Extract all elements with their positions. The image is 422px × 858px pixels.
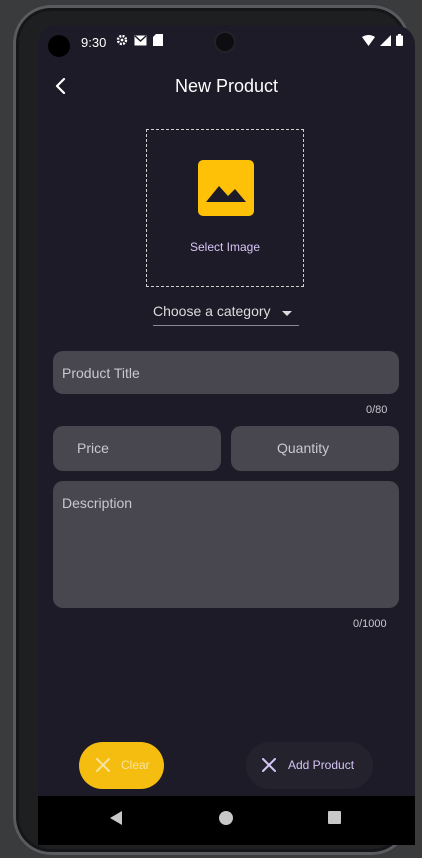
select-image-button[interactable]: Select Image — [146, 129, 304, 287]
nav-back-icon[interactable] — [110, 811, 122, 825]
image-icon — [198, 160, 254, 216]
price-placeholder: Price — [77, 440, 109, 456]
app-screen: 9:30 New Product Select Image Choose a c… — [38, 25, 415, 845]
wifi-icon — [362, 34, 375, 46]
page-title: New Product — [174, 76, 279, 96]
sd-card-icon — [153, 34, 163, 46]
nav-recents-icon[interactable] — [328, 811, 341, 824]
system-nav-bar — [38, 796, 415, 845]
add-product-button[interactable]: Add Product — [246, 742, 373, 789]
dropdown-caret-icon — [282, 311, 292, 316]
close-icon — [96, 758, 110, 772]
add-product-label: Add Product — [288, 758, 355, 772]
signal-icon — [380, 34, 391, 46]
status-time: 9:30 — [81, 35, 107, 50]
category-placeholder: Choose a category — [153, 303, 271, 319]
description-input[interactable]: Description — [53, 481, 399, 608]
title-counter: 0/80 — [366, 404, 388, 416]
battery-icon — [396, 34, 403, 46]
select-image-label: Select Image — [189, 240, 261, 254]
quantity-placeholder: Quantity — [277, 440, 330, 456]
settings-icon — [116, 34, 128, 46]
product-title-placeholder: Product Title — [62, 365, 140, 381]
front-camera — [216, 33, 234, 51]
close-icon — [262, 758, 276, 772]
nav-home-icon[interactable] — [219, 811, 233, 825]
quantity-input[interactable]: Quantity — [231, 426, 399, 471]
clear-label: Clear — [121, 758, 150, 772]
phone-frame: 9:30 New Product Select Image Choose a c… — [13, 5, 415, 855]
app-bar: New Product — [38, 69, 415, 103]
camera-hole — [48, 35, 70, 57]
price-input[interactable]: Price — [53, 426, 221, 471]
category-dropdown[interactable]: Choose a category — [153, 301, 299, 326]
mail-icon — [134, 34, 147, 45]
product-title-input[interactable]: Product Title — [53, 351, 399, 394]
description-placeholder: Description — [62, 495, 133, 511]
description-counter: 0/1000 — [353, 618, 387, 630]
status-bar: 9:30 — [38, 25, 415, 59]
clear-button[interactable]: Clear — [79, 742, 164, 789]
